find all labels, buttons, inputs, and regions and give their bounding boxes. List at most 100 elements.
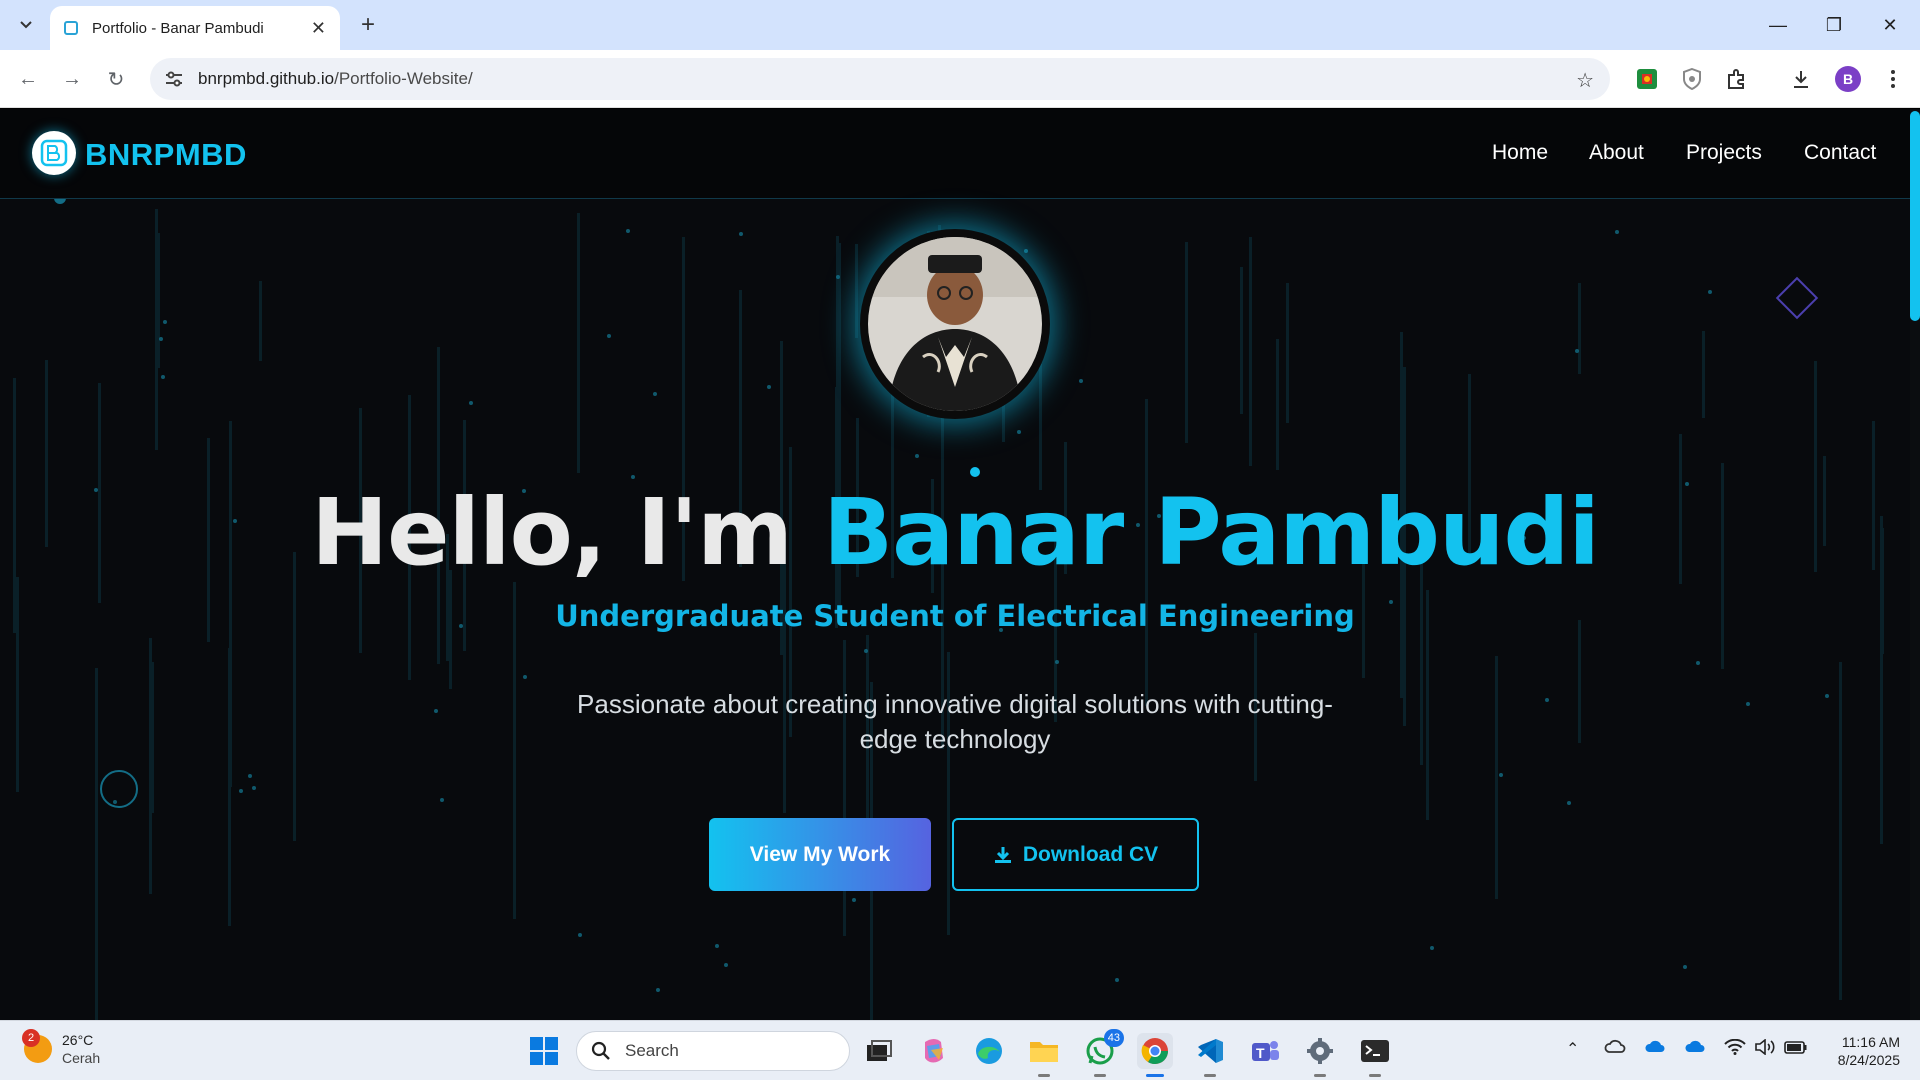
restore-button[interactable]: ❐ bbox=[1806, 0, 1862, 50]
matrix-stream bbox=[1578, 620, 1581, 743]
onedrive-cloud-icon[interactable] bbox=[1644, 1039, 1666, 1058]
matrix-particle bbox=[715, 944, 719, 948]
terminal-icon[interactable] bbox=[1357, 1033, 1393, 1077]
hero-subtitle: Undergraduate Student of Electrical Engi… bbox=[555, 599, 1355, 633]
show-hidden-icons-chevron-icon[interactable]: ⌃ bbox=[1566, 1039, 1579, 1059]
site-logo-icon[interactable] bbox=[32, 131, 76, 175]
site-navbar: BNRPMBD Home About Projects Contact bbox=[0, 109, 1910, 199]
site-info-icon[interactable] bbox=[164, 69, 184, 89]
new-tab-button[interactable]: + bbox=[352, 9, 384, 41]
matrix-stream bbox=[259, 281, 262, 361]
address-bar[interactable]: bnrpmbd.github.io/Portfolio-Website/ ☆ bbox=[150, 58, 1610, 100]
onedrive-cloud-outline-icon[interactable] bbox=[1604, 1039, 1626, 1058]
page-scrollbar[interactable] bbox=[1910, 109, 1920, 1020]
matrix-particle bbox=[1683, 965, 1687, 969]
running-indicator bbox=[1314, 1074, 1326, 1077]
settings-gear-icon[interactable] bbox=[1302, 1033, 1338, 1077]
weather-condition: Cerah bbox=[62, 1050, 101, 1066]
matrix-particle bbox=[1079, 379, 1083, 383]
extension-flag-icon[interactable] bbox=[1634, 66, 1660, 92]
matrix-particle bbox=[1055, 660, 1059, 664]
nav-link-home[interactable]: Home bbox=[1492, 141, 1548, 165]
matrix-stream bbox=[1039, 364, 1042, 490]
hero-name: Banar Pambudi bbox=[823, 479, 1600, 586]
task-view-icon[interactable] bbox=[861, 1033, 897, 1069]
site-logo-text[interactable]: BNRPMBD bbox=[85, 137, 247, 173]
matrix-particle bbox=[1746, 702, 1750, 706]
view-my-work-button[interactable]: View My Work bbox=[709, 818, 931, 891]
matrix-particle bbox=[1567, 801, 1571, 805]
matrix-stream bbox=[1249, 237, 1252, 466]
matrix-particle bbox=[1825, 694, 1829, 698]
browser-tabstrip: Portfolio - Banar Pambudi ✕ + — ❐ ✕ bbox=[0, 0, 1920, 50]
view-my-work-label: View My Work bbox=[749, 842, 891, 866]
weather-temp: 26°C bbox=[62, 1032, 94, 1048]
extensions-puzzle-icon[interactable] bbox=[1724, 66, 1750, 92]
weather-sun-icon: 2 bbox=[22, 1029, 52, 1063]
reload-button[interactable]: ↻ bbox=[100, 63, 132, 95]
hero-greeting: Hello, I'm bbox=[311, 479, 824, 586]
running-indicator bbox=[1094, 1074, 1106, 1077]
download-cv-button[interactable]: Download CV bbox=[952, 818, 1199, 891]
nav-link-about[interactable]: About bbox=[1589, 141, 1644, 165]
matrix-stream bbox=[577, 213, 580, 473]
menu-kebab-icon[interactable] bbox=[1880, 66, 1906, 92]
wifi-icon[interactable] bbox=[1724, 1038, 1746, 1060]
download-cv-label: Download CV bbox=[1022, 842, 1159, 866]
browser-tab-active[interactable]: Portfolio - Banar Pambudi ✕ bbox=[50, 6, 340, 50]
matrix-particle bbox=[852, 898, 856, 902]
matrix-stream bbox=[1495, 656, 1498, 899]
copilot-icon[interactable] bbox=[916, 1033, 952, 1069]
svg-text:T: T bbox=[1256, 1045, 1265, 1061]
teams-icon[interactable]: T bbox=[1247, 1033, 1283, 1069]
scrollbar-thumb[interactable] bbox=[1910, 111, 1920, 321]
profile-avatar[interactable]: B bbox=[1835, 66, 1861, 92]
edge-browser-icon[interactable] bbox=[971, 1033, 1007, 1069]
taskbar-search-label: Search bbox=[625, 1041, 679, 1060]
matrix-particle bbox=[1708, 290, 1712, 294]
volume-icon[interactable] bbox=[1754, 1038, 1776, 1060]
matrix-stream bbox=[1240, 267, 1243, 414]
url-host: bnrpmbd.github.io bbox=[198, 69, 335, 88]
matrix-particle bbox=[1115, 978, 1119, 982]
back-button[interactable]: ← bbox=[12, 63, 44, 95]
browser-toolbar: ← → ↻ bnrpmbd.github.io/Portfolio-Websit… bbox=[0, 50, 1920, 108]
nav-link-projects[interactable]: Projects bbox=[1686, 141, 1762, 165]
vscode-icon[interactable] bbox=[1192, 1033, 1228, 1077]
taskbar-search[interactable]: Search bbox=[576, 1031, 850, 1071]
web-page: BNRPMBD Home About Projects Contact Hell… bbox=[0, 109, 1910, 1020]
taskbar-clock[interactable]: 11:16 AM 8/24/2025 bbox=[1820, 1033, 1900, 1069]
start-button[interactable] bbox=[526, 1033, 562, 1069]
minimize-button[interactable]: — bbox=[1750, 0, 1806, 50]
bookmark-star-icon[interactable]: ☆ bbox=[1576, 68, 1594, 93]
hero-description: Passionate about creating innovative dig… bbox=[577, 689, 1333, 754]
weather-widget[interactable]: 2 26°C Cerah bbox=[22, 1029, 101, 1067]
tab-title: Portfolio - Banar Pambudi bbox=[92, 19, 264, 37]
matrix-particle bbox=[113, 800, 117, 804]
whatsapp-badge: 43 bbox=[1103, 1029, 1124, 1047]
matrix-stream bbox=[1702, 331, 1705, 418]
onedrive-cloud-icon-2[interactable] bbox=[1684, 1039, 1706, 1058]
chrome-icon[interactable] bbox=[1137, 1033, 1173, 1077]
matrix-stream bbox=[1578, 283, 1581, 374]
matrix-particle bbox=[1499, 773, 1503, 777]
whatsapp-icon[interactable]: 43 bbox=[1082, 1029, 1124, 1077]
matrix-particle bbox=[239, 789, 243, 793]
clock-time: 11:16 AM bbox=[1841, 1034, 1900, 1050]
download-icon bbox=[994, 846, 1011, 863]
matrix-stream bbox=[95, 668, 98, 1020]
matrix-particle bbox=[864, 649, 868, 653]
extension-shield-icon[interactable] bbox=[1679, 66, 1705, 92]
downloads-icon[interactable] bbox=[1788, 66, 1814, 92]
matrix-particle bbox=[626, 229, 630, 233]
tab-close-icon[interactable]: ✕ bbox=[311, 18, 326, 39]
matrix-particle bbox=[248, 774, 252, 778]
file-explorer-icon[interactable] bbox=[1026, 1033, 1062, 1077]
nav-link-contact[interactable]: Contact bbox=[1804, 141, 1876, 165]
tab-search-button[interactable] bbox=[10, 9, 42, 41]
close-window-button[interactable]: ✕ bbox=[1862, 0, 1918, 50]
matrix-particle bbox=[159, 337, 163, 341]
battery-icon[interactable] bbox=[1784, 1039, 1808, 1060]
matrix-stream bbox=[293, 552, 296, 841]
forward-button[interactable]: → bbox=[56, 63, 88, 95]
